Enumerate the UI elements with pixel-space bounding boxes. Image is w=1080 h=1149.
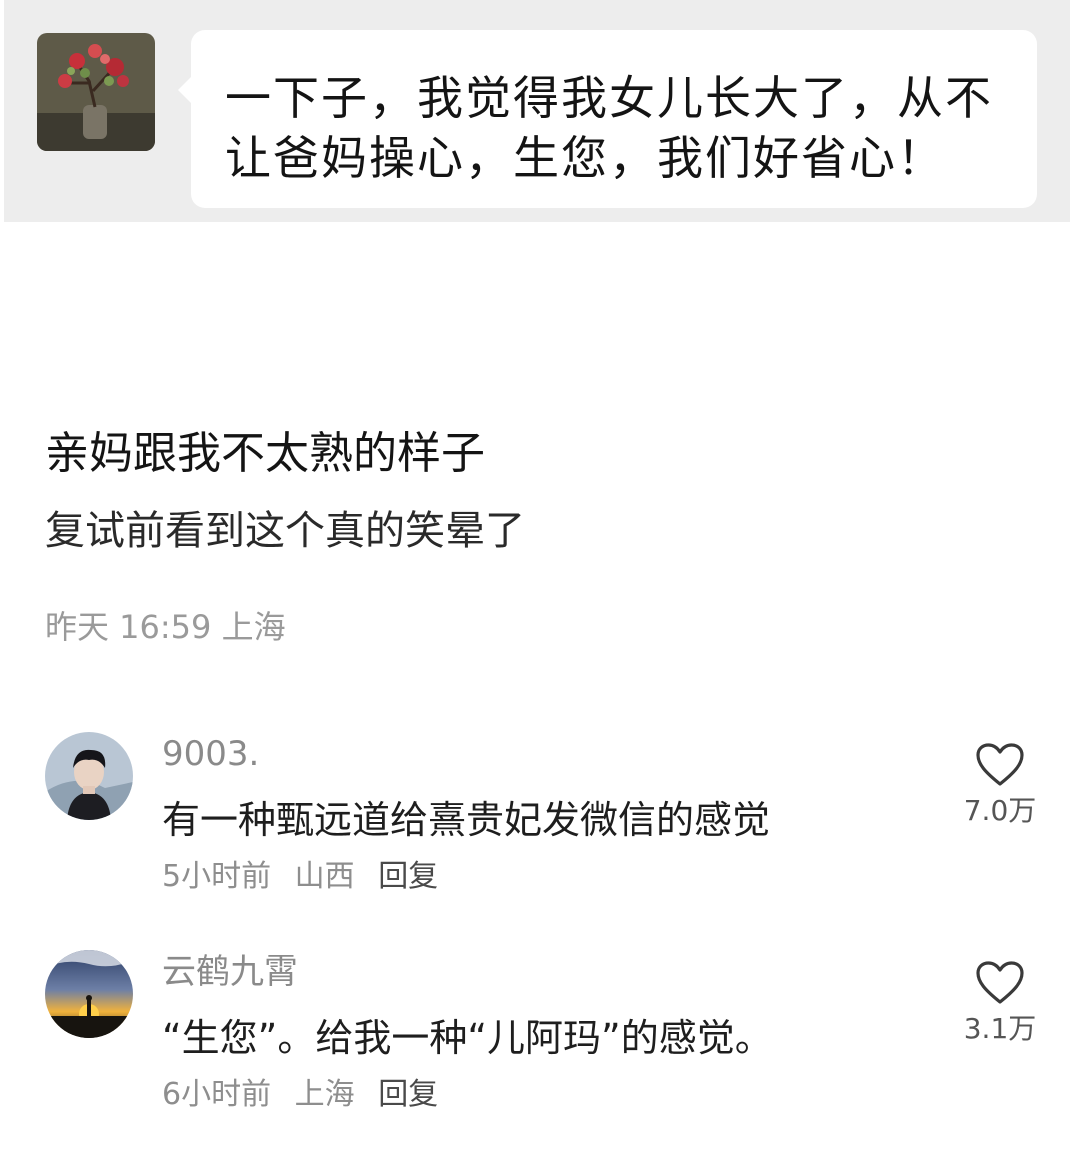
chat-avatar[interactable] — [37, 33, 155, 151]
comment-text: 有一种甄远道给熹贵妃发微信的感觉 — [162, 798, 771, 842]
flower-painting-icon — [37, 33, 155, 151]
post-meta: 昨天 16:59 上海 — [45, 605, 286, 649]
comment-location: 山西 — [294, 859, 355, 894]
comment-item: 云鹤九霄 “生您”。给我一种“儿阿玛”的感觉。 6小时前 上海 回复 3.1万 — [0, 950, 1080, 1140]
like-button[interactable]: 7.0万 — [955, 742, 1045, 830]
chat-bubble: 一下子，我觉得我女儿长大了，从不让爸妈操心，生您，我们好省心！ — [191, 30, 1037, 208]
avatar-young-man-icon — [45, 732, 133, 820]
heart-outline-icon — [976, 743, 1024, 786]
avatar-sunset-silhouette-icon — [45, 950, 133, 1038]
comment-meta: 6小时前 上海 回复 — [162, 1074, 438, 1116]
comment-time: 6小时前 — [162, 1077, 272, 1112]
comment-location: 上海 — [294, 1077, 355, 1112]
chat-message: 一下子，我觉得我女儿长大了，从不让爸妈操心，生您，我们好省心！ — [225, 71, 993, 185]
like-count: 7.0万 — [963, 794, 1037, 827]
post-body: 复试前看到这个真的笑晕了 — [45, 508, 525, 554]
reply-button[interactable]: 回复 — [378, 1077, 438, 1112]
post-time: 昨天 16:59 — [45, 608, 212, 646]
like-count: 3.1万 — [963, 1012, 1037, 1045]
comment-time: 5小时前 — [162, 859, 272, 894]
heart-outline-icon — [976, 961, 1024, 1004]
comment-username[interactable]: 9003. — [162, 732, 259, 776]
comment-username[interactable]: 云鹤九霄 — [162, 950, 298, 994]
comment-meta: 5小时前 山西 回复 — [162, 856, 438, 898]
comment-item: 9003. 有一种甄远道给熹贵妃发微信的感觉 5小时前 山西 回复 7.0万 — [0, 732, 1080, 922]
bubble-tail — [178, 76, 192, 104]
reply-button[interactable]: 回复 — [378, 859, 438, 894]
post-location: 上海 — [221, 608, 286, 646]
avatar[interactable] — [45, 950, 133, 1038]
like-button[interactable]: 3.1万 — [955, 960, 1045, 1048]
avatar[interactable] — [45, 732, 133, 820]
comment-text: “生您”。给我一种“儿阿玛”的感觉。 — [162, 1016, 773, 1060]
post-title: 亲妈跟我不太熟的样子 — [45, 428, 485, 479]
